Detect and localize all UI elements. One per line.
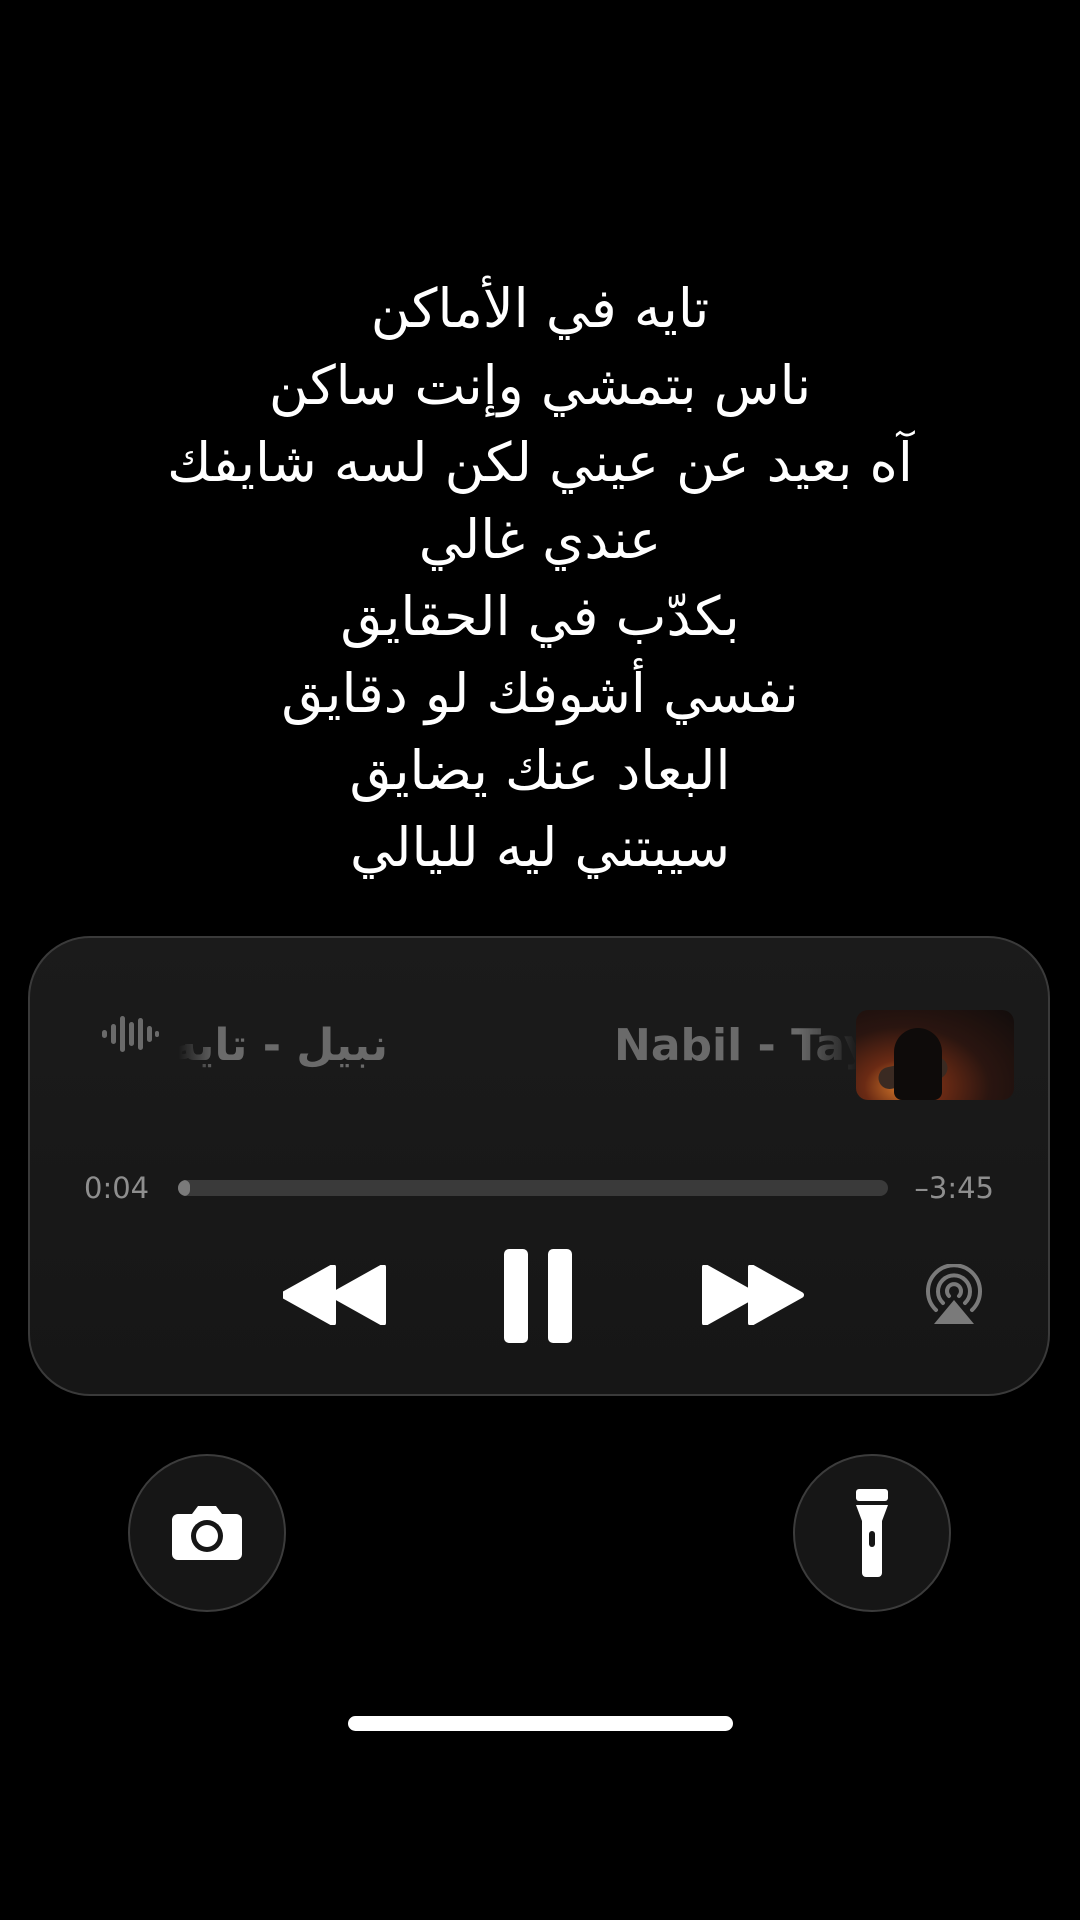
lyric-line: البعاد عنك يضايق — [349, 739, 731, 802]
home-indicator[interactable] — [348, 1716, 733, 1731]
pause-button[interactable] — [498, 1248, 578, 1344]
fast-forward-button[interactable] — [698, 1260, 808, 1330]
flashlight-button[interactable] — [793, 1454, 951, 1612]
track-title-latin: Nabil - Tayeh Fel Amaken — [614, 1020, 858, 1071]
now-playing-widget[interactable]: نبيل - تايه في الأماكن Nabil - Tayeh Fel… — [28, 936, 1050, 1396]
track-title-marquee: نبيل - تايه في الأماكن Nabil - Tayeh Fel… — [178, 1018, 858, 1074]
pause-icon — [504, 1249, 572, 1343]
camera-icon — [172, 1506, 242, 1560]
lyric-line: ناس بتمشي وإنت ساكن — [268, 354, 812, 417]
progress-fill — [178, 1180, 191, 1196]
lyric-line: آه بعيد عن عيني لكن لسه شايفك — [167, 431, 913, 494]
airplay-button[interactable] — [922, 1264, 986, 1326]
elapsed-time: 0:04 — [84, 1171, 150, 1205]
album-artwork[interactable] — [856, 1010, 1014, 1100]
lyric-line: تايه في الأماكن — [370, 277, 710, 340]
waveform-icon — [102, 1016, 159, 1052]
airplay-icon — [926, 1264, 982, 1324]
lyric-line: عندي غالي — [418, 508, 662, 571]
flashlight-icon — [856, 1489, 888, 1577]
artwork-figure — [894, 1028, 942, 1100]
progress-scrubber[interactable] — [178, 1180, 888, 1196]
camera-button[interactable] — [128, 1454, 286, 1612]
fast-forward-icon — [702, 1265, 804, 1325]
lyrics-block: تايه في الأماكن ناس بتمشي وإنت ساكن آه ب… — [0, 270, 1080, 886]
lyric-line: سيبتني ليه لليالي — [349, 816, 730, 879]
remaining-time: –3:45 — [914, 1171, 994, 1205]
rewind-button[interactable] — [280, 1260, 390, 1330]
lyric-line: نفسي أشوفك لو دقايق — [281, 662, 799, 725]
rewind-icon — [283, 1265, 386, 1325]
track-title-arabic: نبيل - تايه في الأماكن — [178, 1020, 388, 1071]
lyric-line: بكدّب في الحقايق — [340, 585, 740, 648]
